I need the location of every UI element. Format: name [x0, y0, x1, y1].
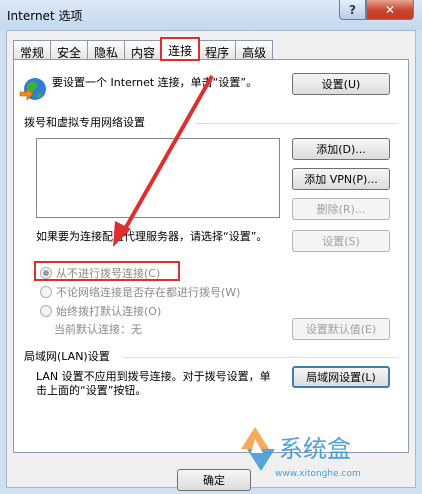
radio-icon	[40, 286, 52, 298]
lan-settings-button[interactable]: 局域网设置(L)	[292, 366, 390, 388]
tab-programs[interactable]: 程序	[198, 40, 237, 60]
tab-content[interactable]: 内容	[124, 40, 163, 60]
tab-security[interactable]: 安全	[50, 40, 89, 60]
radio-label: 从不进行拨号连接(C)	[56, 267, 161, 280]
help-button[interactable]: ?	[339, 0, 366, 20]
connections-listbox[interactable]	[36, 138, 280, 218]
tab-general[interactable]: 常规	[13, 40, 52, 60]
tab-strip: 常规 安全 隐私 内容 连接 程序 高级	[13, 37, 274, 61]
window-title: Internet 选项	[7, 9, 83, 23]
dialup-divider	[196, 123, 398, 124]
radio-icon	[40, 305, 52, 317]
tab-connections[interactable]: 连接	[160, 37, 201, 61]
proxy-hint: 如果要为连接配置代理服务器，请选择“设置”。	[36, 230, 268, 243]
remove-button[interactable]: 删除(R)...	[292, 198, 390, 220]
current-default-text: 当前默认连接：	[54, 323, 131, 336]
current-default-label: 当前默认连接：无	[54, 323, 142, 337]
tab-advanced[interactable]: 高级	[235, 40, 274, 60]
lan-description: LAN 设置不应用到拨号连接。对于拨号设置，单击上面的“设置”按钮。	[36, 370, 271, 397]
add-vpn-button[interactable]: 添加 VPN(P)...	[292, 168, 390, 190]
help-icon: ?	[349, 2, 356, 17]
radio-always-dial[interactable]: 始终拨打默认连接(O)	[40, 303, 161, 319]
title-bar: Internet 选项 ? ✕	[0, 0, 422, 30]
settings-button[interactable]: 设置(S)	[292, 230, 390, 252]
setup-description: 要设置一个 Internet 连接，单击“设置”。	[52, 76, 258, 89]
add-button[interactable]: 添加(D)...	[292, 138, 390, 160]
dialup-heading: 拨号和虚拟专用网络设置	[24, 116, 145, 129]
set-default-button[interactable]: 设置默认值(E)	[292, 318, 390, 340]
radio-label: 始终拨打默认连接(O)	[56, 305, 162, 318]
tab-privacy[interactable]: 隐私	[87, 40, 126, 60]
lan-heading: 局域网(LAN)设置	[24, 350, 110, 363]
radio-icon	[40, 267, 52, 279]
radio-dial-whenever[interactable]: 不论网络连接是否存在都进行拨号(W)	[40, 284, 240, 300]
dialog-body: 常规 安全 隐私 内容 连接 程序 高级 要设置一个 Internet 连接，单…	[6, 30, 416, 491]
current-default-value: 无	[131, 323, 142, 336]
connections-panel: 要设置一个 Internet 连接，单击“设置”。 设置(U) 拨号和虚拟专用网…	[13, 59, 409, 453]
radio-never-dial[interactable]: 从不进行拨号连接(C)	[40, 265, 160, 281]
close-button[interactable]: ✕	[366, 0, 414, 20]
globe-icon	[19, 78, 46, 101]
setup-button[interactable]: 设置(U)	[292, 73, 390, 95]
close-icon: ✕	[384, 2, 396, 17]
watermark-url: www.xitonghe.com	[275, 469, 361, 479]
watermark-brand: 系统盒	[279, 435, 351, 463]
lan-divider	[124, 357, 398, 358]
radio-label: 不论网络连接是否存在都进行拨号(W)	[56, 286, 241, 299]
